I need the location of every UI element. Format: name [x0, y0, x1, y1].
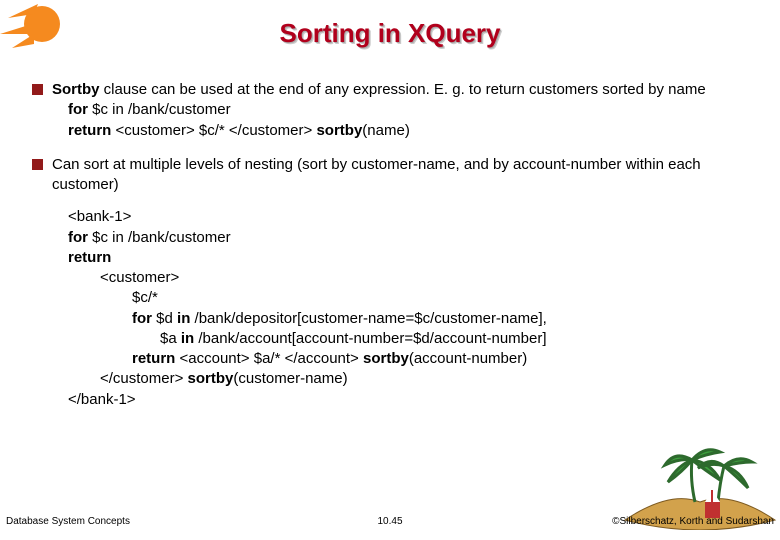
bullet-1-line2: for $c in /bank/customer [68, 100, 760, 120]
code-line-8: return <account> $a/* </account> sortby(… [132, 349, 760, 369]
slide: Sorting in XQuery Sortby clause can be u… [0, 0, 780, 540]
footer-copyright: ©Silberschatz, Korth and Sudarshan [612, 516, 774, 527]
footer: Database System Concepts 10.45 ©Silbersc… [0, 516, 780, 532]
bullet-2: Can sort at multiple levels of nesting (… [32, 155, 760, 196]
code-line-1: <bank-1> [68, 207, 760, 227]
bullet-1-line2-rest: $c in /bank/customer [88, 101, 231, 118]
for-keyword-3: for [132, 310, 152, 327]
code-line-4: <customer> [100, 268, 760, 288]
code-line-9-c: (customer-name) [233, 370, 347, 387]
sortby-keyword-4: sortby [188, 370, 234, 387]
bullet-1-line3-mid: <customer> $c/* </customer> [116, 122, 317, 139]
sortby-keyword-3: sortby [363, 350, 409, 367]
sortby-keyword: Sortby [52, 81, 100, 98]
code-line-2-rest: $c in /bank/customer [88, 229, 231, 246]
code-line-8-b: <account> $a/* </account> [175, 350, 363, 367]
for-keyword-2: for [68, 229, 88, 246]
slide-title: Sorting in XQuery [0, 18, 780, 49]
bullet-1-body: Sortby clause can be used at the end of … [52, 80, 760, 141]
return-keyword-2: return [132, 350, 175, 367]
code-line-6: for $d in /bank/depositor[customer-name=… [132, 309, 760, 329]
bullet-icon [32, 159, 43, 170]
code-line-9-a: </customer> [100, 370, 188, 387]
return-keyword-1: return [68, 122, 116, 139]
bullet-1-line3-end: (name) [362, 122, 410, 139]
in-keyword-2: in [181, 330, 194, 347]
code-line-9: </customer> sortby(customer-name) [100, 369, 760, 389]
bullet-1: Sortby clause can be used at the end of … [32, 80, 760, 141]
code-line-6-d: /bank/depositor[customer-name=$c/custome… [190, 310, 546, 327]
code-line-7: $a in /bank/account[account-number=$d/ac… [132, 329, 760, 349]
code-line-5: $c/* [132, 288, 760, 308]
bullet-1-line3: return <customer> $c/* </customer> sortb… [68, 121, 760, 141]
bullet-1-line1: Sortby clause can be used at the end of … [52, 80, 760, 100]
code-line-8-d: (account-number) [409, 350, 527, 367]
code-line-7-a: $a [160, 330, 181, 347]
slide-content: Sortby clause can be used at the end of … [32, 80, 760, 410]
bullet-1-line1-rest: clause can be used at the end of any exp… [100, 81, 706, 98]
code-block: <bank-1> for $c in /bank/customer return… [52, 207, 760, 410]
code-line-10: </bank-1> [68, 390, 760, 410]
code-line-3: return [68, 248, 760, 268]
code-line-7-c: /bank/account[account-number=$d/account-… [194, 330, 546, 347]
in-keyword-1: in [177, 310, 190, 327]
bullet-icon [32, 84, 43, 95]
code-line-6-b: $d [152, 310, 177, 327]
code-line-2: for $c in /bank/customer [68, 228, 760, 248]
sortby-keyword-2: sortby [316, 122, 362, 139]
for-keyword-1: for [68, 101, 88, 118]
bullet-2-body: Can sort at multiple levels of nesting (… [52, 155, 760, 196]
